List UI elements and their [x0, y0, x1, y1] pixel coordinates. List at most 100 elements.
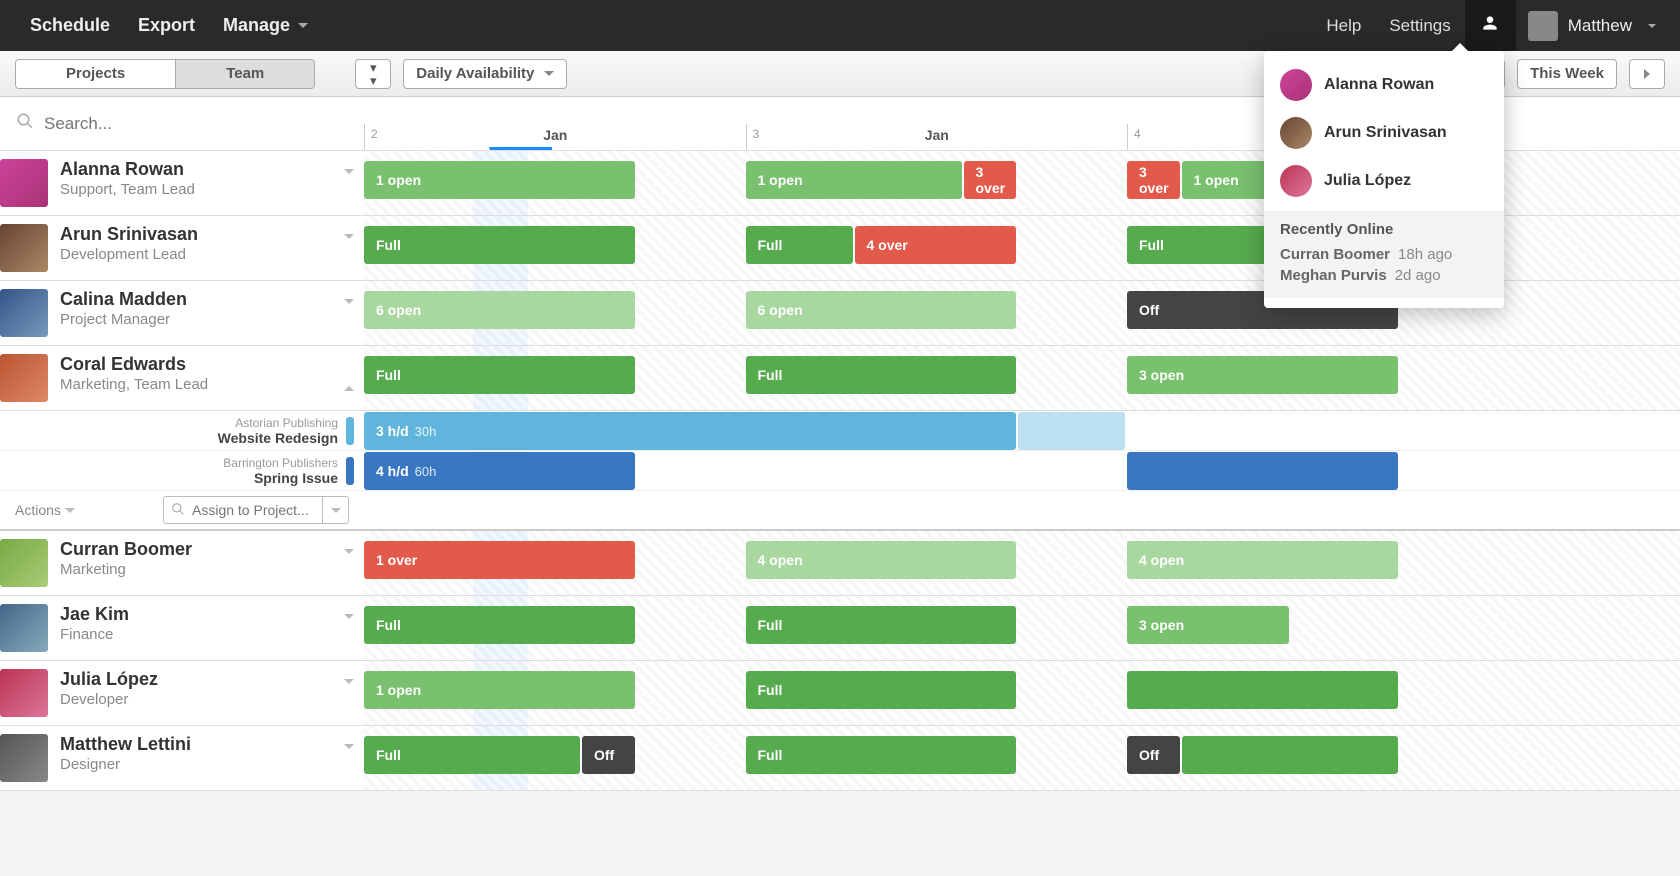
expand-all-button[interactable]: ▾▾ [355, 59, 391, 89]
this-week-label: This Week [1530, 65, 1604, 82]
person-avatar [1280, 69, 1312, 101]
availability-slot[interactable]: 6 open [746, 291, 1017, 329]
project-subrow: Barrington PublishersSpring Issue 4 h/d6… [0, 451, 1680, 491]
project-bar[interactable]: 3 h/d30h [364, 412, 1016, 450]
recent-person[interactable]: Curran Boomer18h ago [1280, 246, 1488, 263]
actions-menu[interactable]: Actions [15, 502, 75, 518]
availability-slot[interactable]: 6 open [364, 291, 635, 329]
availability-slot[interactable]: 1 open [746, 161, 962, 199]
nav-export[interactable]: Export [124, 0, 209, 51]
person-avatar [0, 224, 48, 272]
availability-slot[interactable]: Full [364, 736, 580, 774]
popover-person[interactable]: Arun Srinivasan [1264, 109, 1504, 157]
chevron-down-icon [344, 169, 354, 191]
person-icon [1480, 13, 1500, 38]
chevron-down-icon [331, 508, 341, 513]
chevron-down-icon [344, 744, 354, 766]
availability-slot[interactable]: 3 open [1127, 356, 1398, 394]
popover-recent-section: Recently OnlineCurran Boomer18h agoMegha… [1264, 211, 1504, 298]
project-bar[interactable]: 4 h/d60h [364, 452, 635, 490]
person-avatar [1280, 165, 1312, 197]
search-area [0, 112, 364, 135]
availability-slot[interactable]: 1 open [364, 671, 635, 709]
person-name[interactable]: Julia López [60, 669, 354, 690]
person-row: Julia López Developer 1 openFull [0, 661, 1680, 726]
project-name[interactable]: Spring Issue [223, 470, 338, 486]
seg-projects[interactable]: Projects [16, 60, 176, 88]
nav-manage[interactable]: Manage [209, 0, 322, 51]
expand-toggle[interactable] [344, 749, 354, 767]
availability-slot[interactable]: Full [746, 671, 1017, 709]
person-name[interactable]: Calina Madden [60, 289, 354, 310]
person-name[interactable]: Alanna Rowan [60, 159, 354, 180]
seg-team[interactable]: Team [176, 60, 314, 88]
project-bar[interactable] [1127, 452, 1398, 490]
availability-slot[interactable]: Off [1127, 736, 1180, 774]
availability-slot[interactable] [1127, 671, 1398, 709]
assign-dropdown-button[interactable] [323, 496, 349, 524]
popover-person[interactable]: Alanna Rowan [1264, 61, 1504, 109]
availability-slot[interactable]: 4 open [1127, 541, 1398, 579]
person-avatar [0, 289, 48, 337]
expand-toggle[interactable] [344, 619, 354, 637]
actions-row: Actions [0, 491, 1680, 531]
availability-slot[interactable]: 1 over [364, 541, 635, 579]
people-popover: Alanna Rowan Arun Srinivasan Julia López… [1264, 51, 1504, 308]
nav-schedule[interactable]: Schedule [16, 0, 124, 51]
expand-toggle[interactable] [344, 174, 354, 192]
person-name: Julia López [1324, 172, 1411, 190]
expand-toggle[interactable] [344, 554, 354, 572]
availability-slot[interactable]: 3 over [1127, 161, 1180, 199]
project-bar-tail [1018, 412, 1125, 450]
availability-slot[interactable]: 3 over [964, 161, 1017, 199]
availability-slot[interactable]: Full [364, 606, 635, 644]
people-popover-trigger[interactable] [1465, 0, 1516, 51]
person-role: Marketing, Team Lead [60, 376, 354, 393]
assign-input[interactable] [163, 496, 323, 524]
availability-slot[interactable]: Full [746, 606, 1017, 644]
search-icon [171, 502, 185, 521]
person-name[interactable]: Matthew Lettini [60, 734, 354, 755]
expand-toggle[interactable] [344, 369, 354, 387]
nav-help[interactable]: Help [1312, 0, 1375, 51]
person-row: Matthew Lettini Designer FullOffFullOff [0, 726, 1680, 791]
availability-slot[interactable] [1182, 736, 1398, 774]
person-avatar [0, 669, 48, 717]
person-role: Finance [60, 626, 354, 643]
project-name[interactable]: Website Redesign [218, 430, 338, 446]
user-avatar [1528, 11, 1558, 41]
expand-toggle[interactable] [344, 239, 354, 257]
availability-dropdown[interactable]: Daily Availability [403, 59, 567, 89]
expand-toggle[interactable] [344, 304, 354, 322]
expand-toggle[interactable] [344, 684, 354, 702]
person-name[interactable]: Jae Kim [60, 604, 354, 625]
availability-slot[interactable]: 3 open [1127, 606, 1289, 644]
person-role: Project Manager [60, 311, 354, 328]
person-name[interactable]: Coral Edwards [60, 354, 354, 375]
availability-slot[interactable]: Full [746, 226, 853, 264]
availability-slot[interactable]: Full [364, 356, 635, 394]
double-chevron-icon: ▾▾ [370, 61, 377, 87]
chevron-right-icon [1644, 69, 1650, 79]
search-input[interactable] [44, 114, 348, 134]
person-name[interactable]: Curran Boomer [60, 539, 354, 560]
this-week-button[interactable]: This Week [1517, 59, 1617, 89]
person-row: Coral Edwards Marketing, Team Lead Full F… [0, 346, 1680, 411]
availability-label: Daily Availability [416, 65, 534, 82]
availability-slot[interactable]: 1 open [364, 161, 635, 199]
recent-person[interactable]: Meghan Purvis2d ago [1280, 267, 1488, 284]
availability-slot[interactable]: Full [746, 736, 1017, 774]
chevron-down-icon [344, 234, 354, 256]
popover-person[interactable]: Julia López [1264, 157, 1504, 205]
availability-slot[interactable]: 4 open [746, 541, 1017, 579]
next-week-button[interactable] [1629, 59, 1665, 89]
person-role: Development Lead [60, 246, 354, 263]
availability-slot[interactable]: Off [582, 736, 635, 774]
availability-slot[interactable]: Full [364, 226, 635, 264]
current-user-menu[interactable]: Matthew [1516, 0, 1664, 51]
person-avatar [1280, 117, 1312, 149]
availability-slot[interactable]: Full [746, 356, 1017, 394]
chevron-down-icon [544, 71, 554, 76]
availability-slot[interactable]: 4 over [855, 226, 1017, 264]
person-name[interactable]: Arun Srinivasan [60, 224, 354, 245]
